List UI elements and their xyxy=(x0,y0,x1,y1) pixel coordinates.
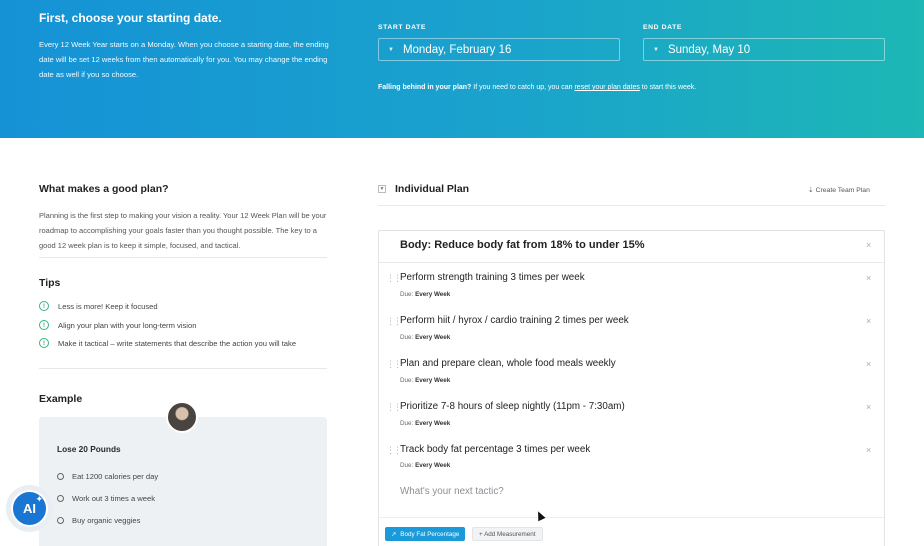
good-plan-heading: What makes a good plan? xyxy=(39,183,169,195)
chevron-down-icon: ▼ xyxy=(388,46,394,53)
divider xyxy=(39,368,327,369)
close-icon[interactable]: × xyxy=(866,445,871,455)
good-plan-text: Planning is the first step to making you… xyxy=(39,211,327,250)
example-heading: Example xyxy=(39,393,83,405)
close-icon[interactable]: × xyxy=(866,240,871,250)
example-item-text: Eat 1200 calories per day xyxy=(72,472,159,481)
tip-item: ! Make it tactical – write statements th… xyxy=(39,338,296,348)
due-label: Due: xyxy=(400,377,414,384)
next-tactic-input[interactable]: What's your next tactic? xyxy=(400,486,504,497)
tactic-text[interactable]: Perform strength training 3 times per we… xyxy=(400,272,585,283)
exclamation-circle-icon: ! xyxy=(39,320,49,330)
exclamation-circle-icon: ! xyxy=(39,301,49,311)
due-label: Due: xyxy=(400,420,414,427)
end-date-select[interactable]: ▼ Sunday, May 10 xyxy=(643,38,885,61)
divider xyxy=(379,517,884,518)
tactic-due: Due: Every Week xyxy=(400,377,450,384)
example-item: Buy organic veggies xyxy=(57,516,140,525)
plan-title: Individual Plan xyxy=(395,183,470,195)
due-value: Every Week xyxy=(415,420,451,427)
start-date-value: Monday, February 16 xyxy=(402,43,512,56)
circle-icon xyxy=(57,473,64,480)
start-date-label: START DATE xyxy=(378,24,427,31)
ai-icon: AI ✦ xyxy=(11,490,48,527)
ai-assistant-button[interactable]: AI ✦ xyxy=(6,485,53,532)
circle-icon xyxy=(57,517,64,524)
date-header: First, choose your starting date. Every … xyxy=(0,0,924,138)
drag-handle-icon[interactable]: ⋮⋮ xyxy=(386,316,402,327)
tactic-text[interactable]: Track body fat percentage 3 times per we… xyxy=(400,444,590,455)
body-fat-measurement-button[interactable]: ↗ Body Fat Percentage xyxy=(385,527,466,541)
start-date-select[interactable]: ▼ Monday, February 16 xyxy=(378,38,620,61)
example-item-text: Work out 3 times a week xyxy=(72,494,156,503)
tactic-due: Due: Every Week xyxy=(400,334,450,341)
example-item-text: Buy organic veggies xyxy=(72,516,141,525)
add-measurement-button[interactable]: + Add Measurement xyxy=(472,527,543,541)
behind-text: If you need to catch up, you can xyxy=(471,84,575,91)
tip-item: ! Less is more! Keep it focused xyxy=(39,301,158,311)
tactic-due: Due: Every Week xyxy=(400,291,450,298)
divider xyxy=(39,257,327,258)
chevron-down-icon: ▼ xyxy=(653,46,659,53)
drag-handle-icon[interactable]: ⋮⋮ xyxy=(386,273,402,284)
behind-tail: to start this week. xyxy=(639,84,697,91)
create-team-plan-label: Create Team Plan xyxy=(815,187,870,194)
tip-text: Align your plan with your long-term visi… xyxy=(58,320,197,330)
close-icon[interactable]: × xyxy=(866,402,871,412)
behind-bold: Falling behind in your plan? xyxy=(378,84,472,91)
divider xyxy=(378,205,885,206)
divider xyxy=(379,262,884,263)
reset-plan-dates-link[interactable]: reset your plan dates xyxy=(574,84,639,91)
trend-icon: ↗ xyxy=(391,530,397,538)
drag-handle-icon[interactable]: ⋮⋮ xyxy=(386,445,402,456)
sparkle-icon: ✦ xyxy=(35,494,43,504)
due-label: Due: xyxy=(400,291,414,298)
example-item: Eat 1200 calories per day xyxy=(57,472,158,481)
end-date-value: Sunday, May 10 xyxy=(667,43,751,56)
behind-notice: Falling behind in your plan? If you need… xyxy=(378,84,696,91)
tactic-text[interactable]: Perform hiit / hyrox / cardio training 2… xyxy=(400,315,629,326)
tip-text: Less is more! Keep it focused xyxy=(58,301,158,311)
close-icon[interactable]: × xyxy=(866,273,871,283)
tips-heading: Tips xyxy=(39,277,61,289)
due-label: Due: xyxy=(400,334,414,341)
measurement-label: Body Fat Percentage xyxy=(400,530,460,538)
tip-item: ! Align your plan with your long-term vi… xyxy=(39,320,196,330)
tactic-text[interactable]: Prioritize 7-8 hours of sleep nightly (1… xyxy=(400,401,625,412)
circle-icon xyxy=(57,495,64,502)
tip-text: Make it tactical – write statements that… xyxy=(58,338,297,348)
collapse-toggle-icon[interactable]: ▼ xyxy=(378,185,386,193)
avatar xyxy=(166,401,198,433)
close-icon[interactable]: × xyxy=(866,316,871,326)
due-value: Every Week xyxy=(415,377,451,384)
example-card xyxy=(39,417,327,546)
tactic-due: Due: Every Week xyxy=(400,462,450,469)
header-title: First, choose your starting date. xyxy=(39,11,222,25)
close-icon[interactable]: × xyxy=(866,359,871,369)
due-label: Due: xyxy=(400,462,414,469)
end-date-label: END DATE xyxy=(643,24,683,31)
tactic-text[interactable]: Plan and prepare clean, whole food meals… xyxy=(400,358,616,369)
header-description: Every 12 Week Year starts on a Monday. W… xyxy=(39,40,329,79)
due-value: Every Week xyxy=(415,462,451,469)
example-goal: Lose 20 Pounds xyxy=(57,444,121,454)
drag-handle-icon[interactable]: ⋮⋮ xyxy=(386,359,402,370)
drag-handle-icon[interactable]: ⋮⋮ xyxy=(386,402,402,413)
tactic-due: Due: Every Week xyxy=(400,420,450,427)
exclamation-circle-icon: ! xyxy=(39,338,49,348)
goal-title[interactable]: Body: Reduce body fat from 18% to under … xyxy=(400,239,644,251)
example-item: Work out 3 times a week xyxy=(57,494,155,503)
due-value: Every Week xyxy=(415,334,451,341)
ai-label: AI xyxy=(23,501,36,516)
due-value: Every Week xyxy=(415,291,451,298)
create-team-plan-button[interactable]: ⇣ Create Team Plan xyxy=(808,186,870,194)
